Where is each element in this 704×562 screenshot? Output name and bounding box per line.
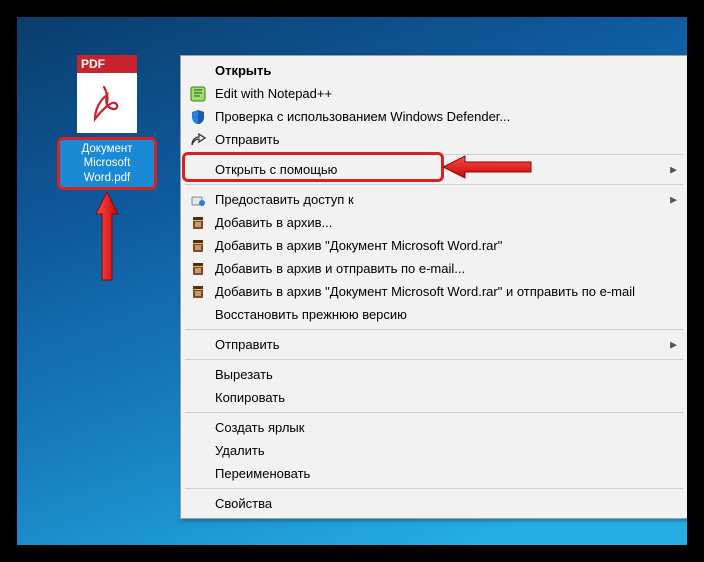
share-icon: [189, 131, 207, 149]
menu-item[interactable]: Открыть с помощью ▶: [183, 158, 685, 181]
menu-item[interactable]: Восстановить прежнюю версию: [183, 303, 685, 326]
blank-icon: [189, 62, 207, 80]
file-icon: PDF: [77, 55, 137, 133]
menu-item-label: Открыть с помощью: [215, 162, 663, 177]
menu-separator: [185, 412, 683, 413]
menu-item-label: Восстановить прежнюю версию: [215, 307, 663, 322]
menu-separator: [185, 329, 683, 330]
menu-separator: [185, 184, 683, 185]
blank-icon: [189, 336, 207, 354]
give-icon: [189, 191, 207, 209]
menu-separator: [185, 154, 683, 155]
blank-icon: [189, 366, 207, 384]
pdf-file[interactable]: PDF Документ Microsoft Word.pdf: [57, 55, 157, 190]
shield-icon: [189, 108, 207, 126]
rar-icon: [189, 214, 207, 232]
menu-separator: [185, 488, 683, 489]
rar-icon: [189, 237, 207, 255]
notepad-icon: [189, 85, 207, 103]
menu-item[interactable]: Edit with Notepad++: [183, 82, 685, 105]
blank-icon: [189, 465, 207, 483]
blank-icon: [189, 495, 207, 513]
rar-icon: [189, 283, 207, 301]
menu-item-label: Отправить: [215, 337, 663, 352]
menu-item[interactable]: Добавить в архив...: [183, 211, 685, 234]
file-label: Документ Microsoft Word.pdf: [57, 137, 157, 190]
menu-item-label: Добавить в архив "Документ Microsoft Wor…: [215, 284, 663, 299]
menu-item-label: Свойства: [215, 496, 663, 511]
menu-item-label: Проверка с использованием Windows Defend…: [215, 109, 663, 124]
menu-item[interactable]: Переименовать: [183, 462, 685, 485]
menu-item-label: Переименовать: [215, 466, 663, 481]
menu-item-label: Отправить: [215, 132, 663, 147]
menu-item[interactable]: Создать ярлык: [183, 416, 685, 439]
chevron-right-icon: ▶: [670, 164, 677, 175]
menu-item[interactable]: Проверка с использованием Windows Defend…: [183, 105, 685, 128]
arrow-to-file: [93, 192, 121, 282]
adobe-icon: [77, 73, 137, 133]
menu-item[interactable]: Свойства: [183, 492, 685, 515]
desktop[interactable]: PDF Документ Microsoft Word.pdf Открыть E…: [17, 17, 687, 545]
blank-icon: [189, 419, 207, 437]
menu-item-label: Добавить в архив и отправить по e-mail..…: [215, 261, 663, 276]
menu-item-label: Предоставить доступ к: [215, 192, 663, 207]
menu-item-label: Копировать: [215, 390, 663, 405]
menu-item-label: Открыть: [215, 63, 663, 78]
blank-icon: [189, 161, 207, 179]
menu-item[interactable]: Предоставить доступ к ▶: [183, 188, 685, 211]
menu-item[interactable]: Копировать: [183, 386, 685, 409]
menu-separator: [185, 359, 683, 360]
menu-item-label: Добавить в архив "Документ Microsoft Wor…: [215, 238, 663, 253]
context-menu: Открыть Edit with Notepad++ Проверка с исп…: [180, 55, 687, 519]
blank-icon: [189, 306, 207, 324]
menu-item[interactable]: Открыть: [183, 59, 685, 82]
menu-item[interactable]: Вырезать: [183, 363, 685, 386]
pdf-badge: PDF: [77, 55, 137, 73]
blank-icon: [189, 389, 207, 407]
menu-item[interactable]: Добавить в архив и отправить по e-mail..…: [183, 257, 685, 280]
menu-item-label: Создать ярлык: [215, 420, 663, 435]
menu-item[interactable]: Добавить в архив "Документ Microsoft Wor…: [183, 280, 685, 303]
menu-item[interactable]: Удалить: [183, 439, 685, 462]
menu-item[interactable]: Добавить в архив "Документ Microsoft Wor…: [183, 234, 685, 257]
menu-item[interactable]: Отправить: [183, 128, 685, 151]
chevron-right-icon: ▶: [670, 194, 677, 205]
menu-item[interactable]: Отправить ▶: [183, 333, 685, 356]
rar-icon: [189, 260, 207, 278]
menu-item-label: Вырезать: [215, 367, 663, 382]
menu-item-label: Добавить в архив...: [215, 215, 663, 230]
chevron-right-icon: ▶: [670, 339, 677, 350]
blank-icon: [189, 442, 207, 460]
menu-item-label: Edit with Notepad++: [215, 86, 663, 101]
menu-item-label: Удалить: [215, 443, 663, 458]
